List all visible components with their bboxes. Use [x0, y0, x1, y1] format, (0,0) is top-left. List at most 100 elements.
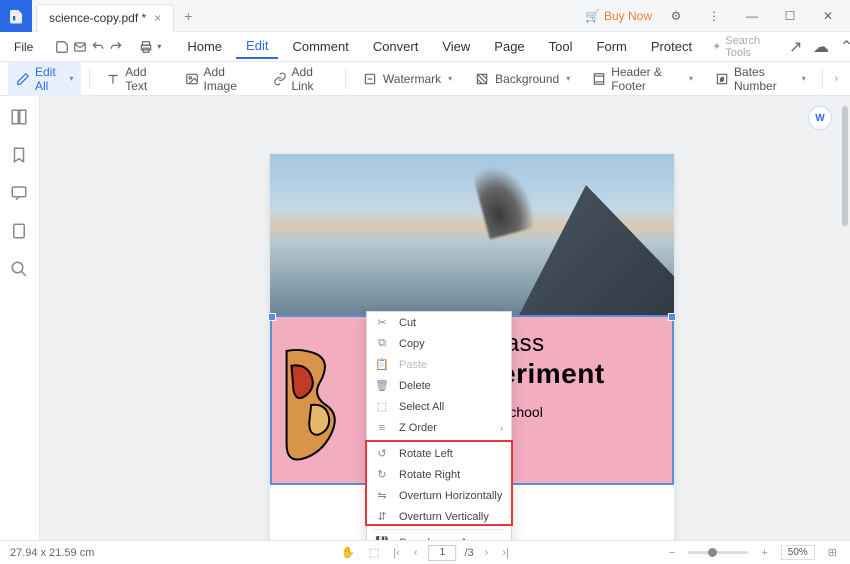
cm-select-all[interactable]: ⬚Select All	[367, 396, 511, 417]
redo-icon[interactable]	[109, 35, 123, 59]
collapse-icon[interactable]: ⌃	[837, 35, 850, 59]
text-icon	[106, 71, 120, 87]
file-menu[interactable]: File	[8, 40, 39, 54]
watermark-icon	[362, 71, 378, 87]
settings-icon[interactable]: ⚙	[662, 2, 690, 30]
select-tool-icon[interactable]: ⬚	[366, 546, 382, 559]
add-link-button[interactable]: Add Link	[265, 61, 338, 97]
volcano-photo[interactable]	[270, 154, 674, 315]
svg-text:#: #	[720, 77, 724, 83]
save-image-icon: 💾	[375, 536, 389, 541]
vertical-scrollbar[interactable]	[842, 106, 848, 226]
menu-edit[interactable]: Edit	[236, 34, 278, 59]
menu-view[interactable]: View	[432, 35, 480, 58]
header-footer-button[interactable]: Header & Footer	[584, 61, 701, 97]
menu-protect[interactable]: Protect	[641, 35, 702, 58]
geology-illustration	[280, 346, 362, 464]
menu-convert[interactable]: Convert	[363, 35, 429, 58]
menu-tool[interactable]: Tool	[539, 35, 583, 58]
zoom-out-icon[interactable]: −	[666, 547, 678, 559]
search-tools[interactable]: ✦ Search Tools	[706, 33, 780, 61]
document-canvas[interactable]: W V lass eriment School ✂Cut ⧉Copy	[40, 96, 850, 540]
zoom-level[interactable]: 50%	[781, 545, 815, 560]
next-page-icon[interactable]: ›	[482, 547, 492, 559]
first-page-icon[interactable]: |‹	[390, 547, 403, 559]
close-tab-icon[interactable]: ×	[154, 11, 161, 25]
bookmark-icon[interactable]	[10, 146, 30, 166]
maximize-button[interactable]: ☐	[776, 2, 804, 30]
context-menu: ✂Cut ⧉Copy 📋Paste 🗑Delete ⬚Select All ≡Z…	[366, 311, 512, 540]
menu-home[interactable]: Home	[177, 35, 232, 58]
background-button[interactable]: Background	[466, 67, 578, 91]
cm-delete[interactable]: 🗑Delete	[367, 375, 511, 396]
menu-form[interactable]: Form	[587, 35, 637, 58]
copy-icon: ⧉	[375, 337, 389, 351]
pencil-icon	[16, 71, 30, 87]
layers-icon: ≡	[375, 421, 389, 435]
bates-number-button[interactable]: # Bates Number	[707, 61, 814, 97]
more-icon[interactable]: ⋮	[700, 2, 728, 30]
statusbar: 27.94 x 21.59 cm ✋ ⬚ |‹ ‹ /3 › ›| − + 50…	[0, 540, 850, 564]
mail-icon[interactable]	[73, 35, 87, 59]
zoom-in-icon[interactable]: +	[758, 547, 770, 559]
cm-overturn-v[interactable]: ⇵Overturn Vertically	[367, 506, 511, 527]
undo-icon[interactable]	[91, 35, 105, 59]
thumbnails-icon[interactable]	[10, 108, 30, 128]
titlebar: science-copy.pdf * × + 🛒 Buy Now ⚙ ⋮ — ☐…	[0, 0, 850, 32]
watermark-button[interactable]: Watermark	[354, 67, 460, 91]
toolbar-overflow-icon[interactable]: ›	[831, 73, 842, 84]
edit-toolbar: Edit All Add Text Add Image Add Link Wat…	[0, 62, 850, 96]
sidebar	[0, 96, 40, 540]
search-icon[interactable]	[10, 260, 30, 280]
scissors-icon: ✂	[375, 316, 389, 330]
menubar: File ▾ Home Edit Comment Convert View Pa…	[0, 32, 850, 62]
fit-page-icon[interactable]: ⊞	[825, 546, 840, 559]
cm-rotate-right[interactable]: ↻Rotate Right	[367, 464, 511, 485]
cm-paste: 📋Paste	[367, 354, 511, 375]
trash-icon: 🗑	[375, 379, 389, 393]
add-image-button[interactable]: Add Image	[177, 61, 259, 97]
edit-all-button[interactable]: Edit All	[8, 61, 81, 97]
hand-tool-icon[interactable]: ✋	[338, 546, 358, 559]
add-text-button[interactable]: Add Text	[98, 61, 170, 97]
zoom-slider[interactable]	[688, 551, 748, 554]
bates-icon: #	[715, 71, 729, 87]
close-window-button[interactable]: ✕	[814, 2, 842, 30]
attachment-icon[interactable]	[10, 222, 30, 242]
cloud-icon[interactable]: ☁	[811, 35, 830, 59]
header-footer-icon	[592, 71, 606, 87]
prev-page-icon[interactable]: ‹	[411, 547, 421, 559]
flip-h-icon: ⇋	[375, 489, 389, 503]
page-total: /3	[464, 547, 473, 559]
add-tab-button[interactable]: +	[174, 8, 202, 24]
link-icon	[273, 71, 287, 87]
document-tab[interactable]: science-copy.pdf * ×	[36, 4, 174, 32]
flip-v-icon: ⇵	[375, 510, 389, 524]
save-icon[interactable]	[55, 35, 69, 59]
word-export-badge[interactable]: W	[808, 106, 832, 130]
rotate-left-icon: ↺	[375, 447, 389, 461]
select-all-icon: ⬚	[375, 400, 389, 414]
cm-copy[interactable]: ⧉Copy	[367, 333, 511, 354]
cart-icon: 🛒	[585, 9, 600, 23]
print-dropdown-icon[interactable]: ▾	[157, 35, 161, 59]
minimize-button[interactable]: —	[738, 2, 766, 30]
cm-z-order[interactable]: ≡Z Order›	[367, 417, 511, 438]
page-number-input[interactable]	[428, 545, 456, 561]
image-icon	[185, 71, 199, 87]
app-logo	[0, 0, 32, 32]
buy-now-link[interactable]: 🛒 Buy Now	[585, 9, 652, 23]
comment-icon[interactable]	[10, 184, 30, 204]
print-icon[interactable]	[139, 35, 153, 59]
last-page-icon[interactable]: ›|	[499, 547, 512, 559]
open-external-icon[interactable]: ↗	[786, 35, 805, 59]
cm-overturn-h[interactable]: ⇋Overturn Horizontally	[367, 485, 511, 506]
wand-icon: ✦	[712, 40, 721, 53]
cm-save-image-as[interactable]: 💾Save Image As	[367, 532, 511, 540]
cm-cut[interactable]: ✂Cut	[367, 312, 511, 333]
rotate-right-icon: ↻	[375, 468, 389, 482]
cm-rotate-left[interactable]: ↺Rotate Left	[367, 443, 511, 464]
chevron-right-icon: ›	[500, 423, 503, 433]
menu-comment[interactable]: Comment	[282, 35, 358, 58]
menu-page[interactable]: Page	[484, 35, 534, 58]
